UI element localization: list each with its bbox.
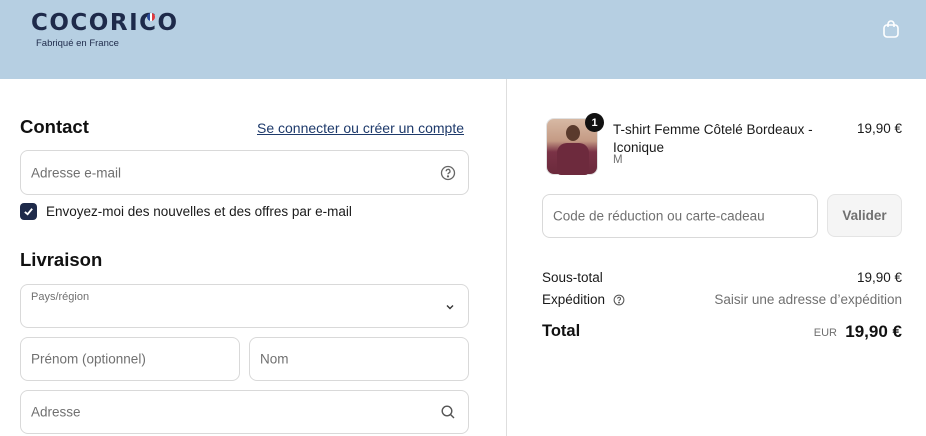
- address-placeholder: Adresse: [31, 404, 81, 420]
- shipping-row: Expédition: [542, 292, 625, 307]
- lastname-placeholder: Nom: [260, 351, 289, 367]
- shopping-bag-icon[interactable]: [881, 19, 901, 39]
- total-value: 19,90 €: [845, 322, 902, 341]
- total-label: Total: [542, 322, 581, 340]
- total-currency: EUR: [813, 327, 837, 339]
- column-divider: [506, 79, 507, 436]
- address-field[interactable]: Adresse: [20, 390, 469, 434]
- product-variant: M: [613, 154, 623, 166]
- apply-discount-button[interactable]: Valider: [827, 194, 902, 237]
- chevron-down-icon: [444, 300, 456, 312]
- product-price: 19,90 €: [856, 121, 902, 136]
- discount-placeholder: Code de réduction ou carte-cadeau: [553, 208, 765, 224]
- help-circle-icon[interactable]: [440, 165, 456, 181]
- discount-code-input[interactable]: Code de réduction ou carte-cadeau: [542, 194, 818, 238]
- brand-logo[interactable]: COCORICO Fabriqué en France: [31, 10, 177, 52]
- logo-text: COCORICO: [31, 10, 179, 36]
- country-select[interactable]: Pays/région: [20, 284, 469, 328]
- french-flag-icon: [147, 13, 155, 21]
- contact-title: Contact: [20, 116, 89, 137]
- delivery-title: Livraison: [20, 249, 103, 270]
- site-header: COCORICO Fabriqué en France: [0, 0, 926, 79]
- newsletter-checkbox[interactable]: [20, 203, 37, 220]
- subtotal-label: Sous-total: [542, 270, 603, 285]
- product-name: T-shirt Femme Côtelé Bordeaux - Iconique: [613, 122, 813, 155]
- search-icon: [440, 404, 456, 420]
- newsletter-label: Envoyez-moi des nouvelles et des offres …: [46, 204, 352, 219]
- quantity-badge: 1: [585, 113, 604, 132]
- help-circle-icon[interactable]: [613, 294, 625, 306]
- shipping-value: Saisir une adresse d’expédition: [714, 292, 902, 307]
- country-label: Pays/région: [31, 291, 90, 303]
- email-placeholder: Adresse e-mail: [31, 165, 122, 180]
- subtotal-value: 19,90 €: [856, 270, 902, 285]
- checkmark-icon: [24, 208, 33, 216]
- logo-subtitle: Fabriqué en France: [36, 38, 119, 49]
- firstname-placeholder: Prénom (optionnel): [31, 351, 146, 367]
- email-field[interactable]: Adresse e-mail: [20, 150, 469, 195]
- login-link[interactable]: Se connecter ou créer un compte: [257, 120, 464, 136]
- shipping-label: Expédition: [542, 292, 606, 307]
- lastname-field[interactable]: Nom: [249, 337, 469, 381]
- firstname-field[interactable]: Prénom (optionnel): [20, 337, 240, 381]
